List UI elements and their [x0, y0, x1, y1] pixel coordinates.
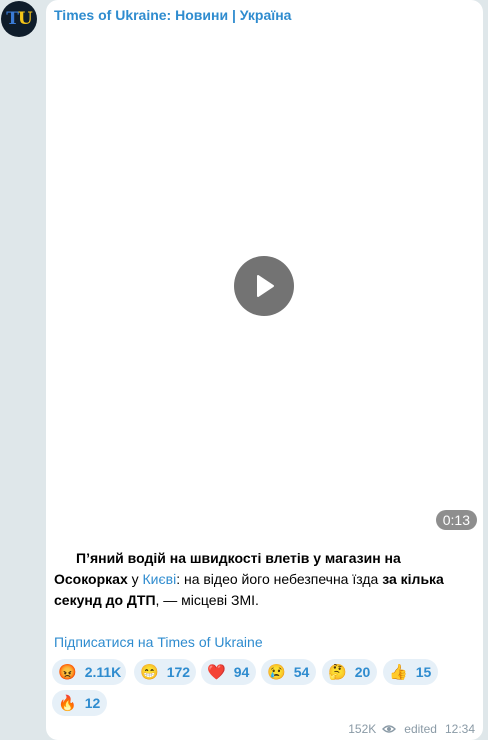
video-player[interactable]: 0:13: [46, 28, 483, 538]
heart-icon: ❤️: [207, 663, 226, 681]
text-tail: , — місцеві ЗМІ.: [155, 592, 259, 608]
channel-avatar[interactable]: TU: [1, 1, 37, 37]
reaction-count: 15: [415, 664, 432, 680]
message-text: П’яний водій на швидкості влетів у магаз…: [54, 548, 474, 611]
reaction-count: 94: [233, 664, 250, 680]
edited-label: edited: [404, 722, 437, 736]
fire-icon: 🔥: [58, 694, 77, 712]
eye-icon: [382, 725, 397, 733]
channel-name[interactable]: Times of Ukraine: Новини | Україна: [54, 7, 291, 23]
play-icon: [257, 275, 274, 297]
reaction-count: 54: [293, 664, 310, 680]
thinking-face-icon: 🤔: [328, 663, 347, 681]
reaction-thumbs-up[interactable]: 👍 15: [383, 659, 438, 685]
message-bubble: Times of Ukraine: Новини | Україна 0:13 …: [46, 0, 483, 740]
message-meta: 152K edited 12:34: [348, 722, 475, 736]
avatar-letter-u: U: [17, 9, 33, 29]
reaction-thinking[interactable]: 🤔 20: [322, 659, 377, 685]
reaction-count: 20: [354, 664, 371, 680]
crying-face-icon: 😢: [267, 663, 286, 681]
reaction-angry[interactable]: 😡 2.11K: [52, 659, 126, 685]
grinning-face-icon: 😁: [140, 663, 159, 681]
reaction-heart[interactable]: ❤️ 94: [201, 659, 256, 685]
view-count: 152K: [348, 722, 377, 736]
thumbs-up-icon: 👍: [389, 663, 408, 681]
message-time: 12:34: [444, 722, 475, 736]
angry-face-icon: 😡: [58, 663, 77, 681]
reaction-count: 172: [166, 664, 191, 680]
text-connector: у: [127, 571, 143, 587]
text-middle: : на відео його небезпечна їзда: [176, 571, 383, 587]
reaction-crying[interactable]: 😢 54: [261, 659, 316, 685]
subscribe-link[interactable]: Підписатися на Times of Ukraine: [54, 634, 263, 650]
play-button[interactable]: [234, 256, 294, 316]
reaction-fire[interactable]: 🔥 12: [52, 690, 107, 716]
kyiv-link[interactable]: Києві: [143, 571, 177, 587]
video-duration: 0:13: [435, 510, 477, 530]
reaction-count: 2.11K: [84, 664, 122, 680]
avatar-letter-t: T: [6, 9, 19, 29]
reaction-count: 12: [84, 695, 101, 711]
reaction-grin[interactable]: 😁 172: [134, 659, 196, 685]
